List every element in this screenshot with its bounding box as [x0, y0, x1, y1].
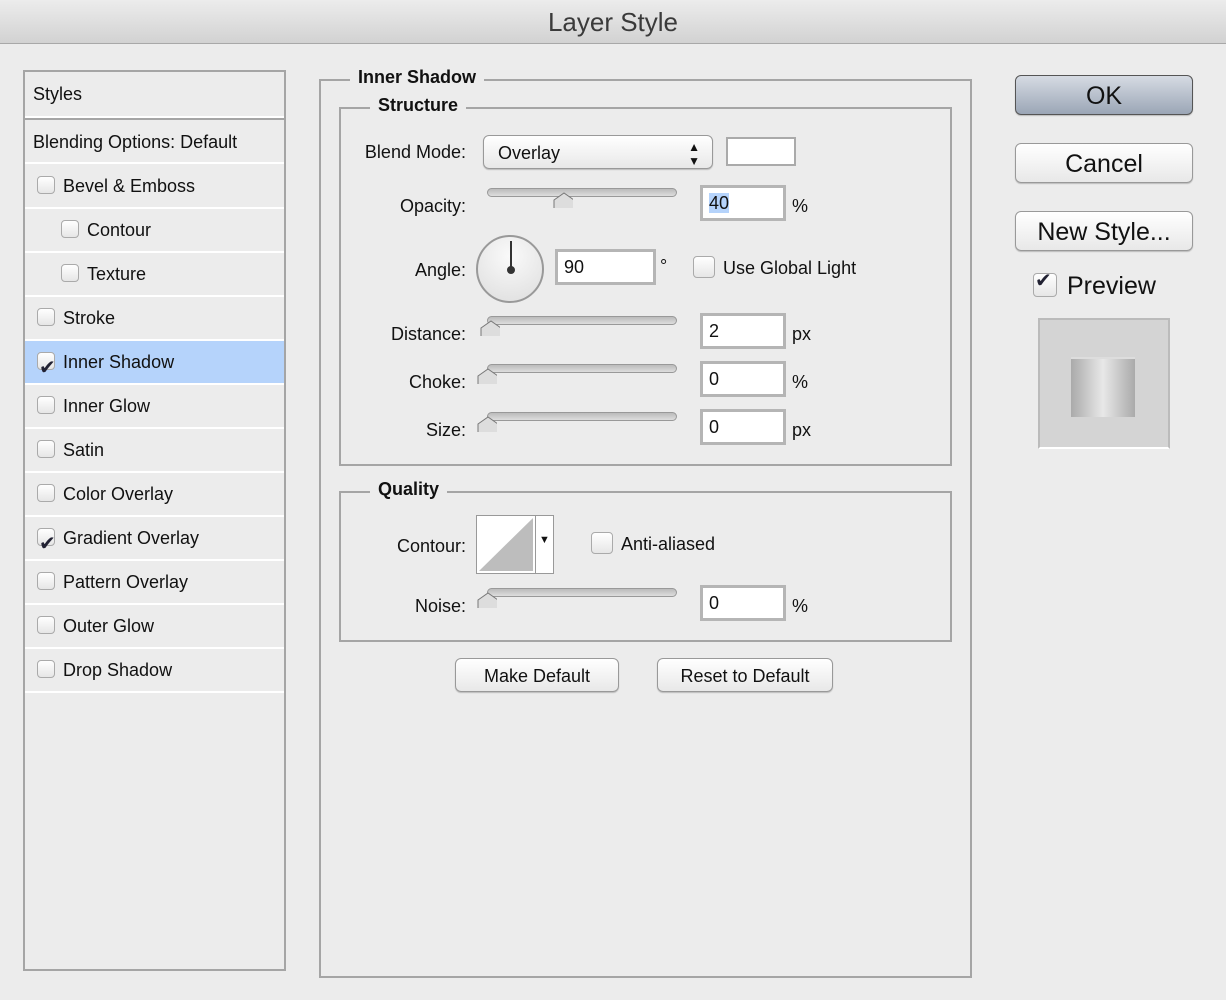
style-item-label: Color Overlay	[63, 484, 174, 504]
style-checkbox[interactable]	[37, 308, 55, 327]
style-item-label: Inner Shadow	[63, 352, 175, 372]
style-item-label: Pattern Overlay	[63, 572, 189, 592]
structure-title: Structure	[370, 95, 467, 116]
blend-mode-value: Overlay	[498, 143, 561, 163]
style-checkbox[interactable]	[37, 440, 55, 459]
choke-slider-thumb[interactable]	[477, 368, 497, 384]
window-title: Layer Style	[0, 0, 1226, 44]
style-item[interactable]: Bevel & Emboss	[25, 165, 284, 209]
style-item-label: Contour	[87, 220, 152, 240]
style-checkbox[interactable]	[37, 396, 55, 415]
styles-header[interactable]: Styles	[25, 72, 284, 118]
style-item[interactable]: Satin	[25, 429, 284, 473]
size-slider-thumb[interactable]	[477, 416, 497, 432]
choke-input[interactable]: 0	[700, 361, 786, 397]
distance-slider-thumb[interactable]	[480, 320, 500, 336]
distance-slider[interactable]	[487, 316, 677, 325]
size-slider[interactable]	[487, 412, 677, 421]
use-global-light-checkbox[interactable]: Use Global Light	[693, 256, 857, 280]
degree-unit: °	[660, 256, 668, 276]
style-item-label: Bevel & Emboss	[63, 176, 196, 196]
style-checkbox[interactable]	[37, 660, 55, 679]
style-item-label: Outer Glow	[63, 616, 155, 636]
quality-title: Quality	[370, 479, 448, 500]
style-checkbox[interactable]	[37, 616, 55, 635]
style-item[interactable]: Pattern Overlay	[25, 561, 284, 605]
opacity-label: Opacity:	[399, 196, 466, 216]
choke-label: Choke:	[408, 372, 466, 392]
contour-picker[interactable]: ▼	[476, 515, 554, 574]
preview-thumbnail	[1038, 318, 1170, 449]
use-global-light-label: Use Global Light	[723, 258, 857, 278]
style-item-label: Texture	[87, 264, 147, 284]
opacity-slider[interactable]	[487, 188, 677, 197]
style-item-label: Drop Shadow	[63, 660, 173, 680]
anti-aliased-checkbox[interactable]: Anti-aliased	[591, 532, 716, 556]
preview-checkbox[interactable]: Preview	[1033, 268, 1156, 301]
size-label: Size:	[425, 420, 466, 440]
cancel-button[interactable]: Cancel	[1015, 143, 1193, 183]
style-item-label: Gradient Overlay	[63, 528, 200, 548]
style-checkbox[interactable]	[37, 484, 55, 503]
blend-mode-label: Blend Mode:	[364, 142, 466, 162]
size-unit: px	[792, 420, 812, 440]
style-item[interactable]: Color Overlay	[25, 473, 284, 517]
blend-mode-select[interactable]: Overlay ▲ ▼	[483, 135, 713, 169]
style-item[interactable]: Contour	[25, 209, 284, 253]
contour-dropdown-icon: ▼	[535, 516, 553, 573]
style-item[interactable]: Outer Glow	[25, 605, 284, 649]
style-item[interactable]: Gradient Overlay	[25, 517, 284, 565]
style-item-label: Inner Glow	[63, 396, 151, 416]
style-item[interactable]: Inner Shadow	[25, 341, 284, 389]
anti-aliased-label: Anti-aliased	[621, 534, 716, 554]
style-checkbox[interactable]	[61, 220, 79, 239]
make-default-button[interactable]: Make Default	[455, 658, 619, 692]
style-checkbox[interactable]	[61, 264, 79, 283]
angle-input[interactable]: 90	[555, 249, 656, 285]
opacity-unit: %	[792, 196, 809, 216]
style-checkbox[interactable]	[37, 572, 55, 591]
distance-input[interactable]: 2	[700, 313, 786, 349]
style-item[interactable]: Inner Glow	[25, 385, 284, 429]
preview-label: Preview	[1067, 272, 1156, 300]
style-item[interactable]: Texture	[25, 253, 284, 297]
distance-label: Distance:	[390, 324, 466, 344]
opacity-slider-thumb[interactable]	[553, 192, 573, 208]
style-checkbox[interactable]	[37, 347, 56, 389]
style-checkbox[interactable]	[37, 176, 55, 195]
quality-group	[339, 491, 952, 642]
distance-unit: px	[792, 324, 812, 344]
blending-options[interactable]: Blending Options: Default	[25, 118, 284, 164]
style-item[interactable]: Drop Shadow	[25, 649, 284, 693]
updown-icon: ▲ ▼	[688, 140, 700, 168]
panel-title: Inner Shadow	[350, 67, 485, 88]
style-item-label: Stroke	[63, 308, 116, 328]
contour-label: Contour:	[396, 536, 466, 556]
style-item-label: Satin	[63, 440, 105, 460]
choke-slider[interactable]	[487, 364, 677, 373]
new-style-button[interactable]: New Style...	[1015, 211, 1193, 251]
style-item[interactable]: Stroke	[25, 297, 284, 341]
choke-unit: %	[792, 372, 809, 392]
style-checkbox[interactable]	[37, 523, 56, 565]
ok-button[interactable]: OK	[1015, 75, 1193, 115]
angle-label: Angle:	[414, 260, 466, 280]
reset-to-default-button[interactable]: Reset to Default	[657, 658, 833, 692]
shadow-color-swatch[interactable]	[726, 137, 796, 166]
angle-dial[interactable]	[476, 235, 544, 303]
styles-list: Styles Blending Options: Default Bevel &…	[23, 70, 286, 971]
opacity-input[interactable]: 40	[700, 185, 786, 221]
size-input[interactable]: 0	[700, 409, 786, 445]
